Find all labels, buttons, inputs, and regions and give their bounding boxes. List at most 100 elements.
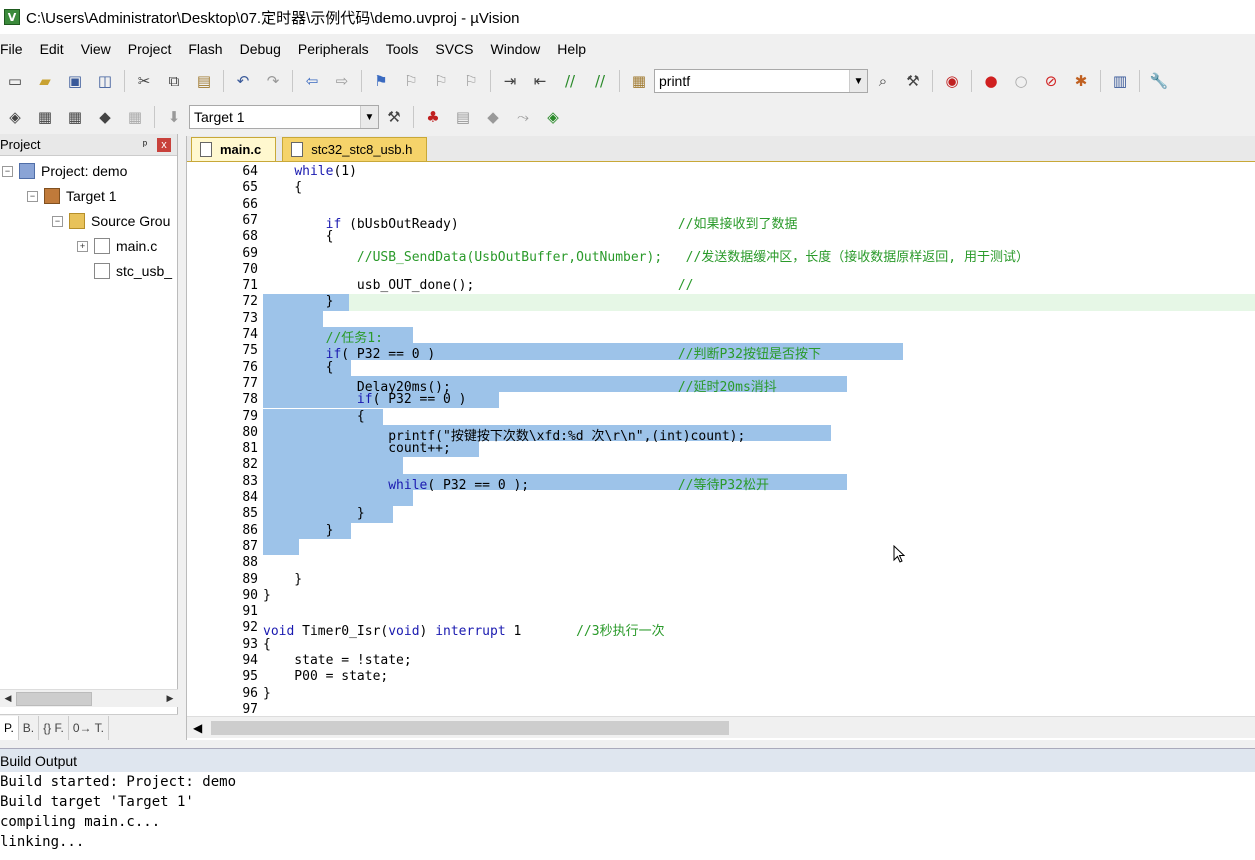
code-line[interactable]: 74 //任务1: bbox=[187, 327, 1255, 346]
code-line[interactable]: 67 if (bUsbOutReady) //如果接收到了数据 bbox=[187, 213, 1255, 232]
find-in-files-icon[interactable]: ▦ bbox=[628, 70, 650, 92]
code-line[interactable]: 66 bbox=[187, 197, 1255, 213]
menu-svcs[interactable]: SVCS bbox=[435, 41, 482, 57]
code-line[interactable]: 79 { bbox=[187, 409, 1255, 425]
code-line[interactable]: 97 bbox=[187, 702, 1255, 716]
scroll-thumb[interactable] bbox=[211, 720, 729, 735]
code-line[interactable]: 72 } bbox=[187, 294, 1255, 310]
code-line[interactable]: 75 if( P32 == 0 ) //判断P32按钮是否按下 bbox=[187, 343, 1255, 362]
save-all-icon[interactable]: ◫ bbox=[94, 70, 116, 92]
code-line[interactable]: 70 bbox=[187, 262, 1255, 278]
editor-tab[interactable]: stc32_stc8_usb.h bbox=[282, 137, 428, 161]
tree-expander-icon[interactable]: − bbox=[2, 165, 13, 177]
code-line[interactable]: 69 //USB_SendData(UsbOutBuffer,OutNumber… bbox=[187, 246, 1255, 265]
menu-edit[interactable]: Edit bbox=[40, 41, 73, 57]
code-view[interactable]: 64 while(1) 65 {66 67 if (bUsbOutReady) //… bbox=[187, 164, 1255, 716]
rebuild-icon[interactable]: ▦ bbox=[64, 106, 86, 128]
menu-view[interactable]: View bbox=[81, 41, 120, 57]
cut-icon[interactable]: ✂ bbox=[133, 70, 155, 92]
kill-breakpoints-icon[interactable]: ⊘ bbox=[1040, 70, 1062, 92]
select-packs-icon[interactable]: ▤ bbox=[452, 106, 474, 128]
code-line[interactable]: 71 usb_OUT_done(); // bbox=[187, 278, 1255, 294]
wrench-icon[interactable]: 🔧 bbox=[1148, 70, 1170, 92]
breakpoint-icon[interactable]: ● bbox=[980, 70, 1002, 92]
code-line[interactable]: 77 Delay20ms(); //延时20ms消抖 bbox=[187, 376, 1255, 395]
code-line[interactable]: 65 { bbox=[187, 180, 1255, 196]
code-line[interactable]: 81 count++; bbox=[187, 441, 1255, 457]
code-line[interactable]: 87 bbox=[187, 539, 1255, 555]
code-line[interactable]: 64 while(1) bbox=[187, 164, 1255, 180]
uncomment-icon[interactable]: // bbox=[589, 70, 611, 92]
menu-flash[interactable]: Flash bbox=[188, 41, 231, 57]
project-window-tab[interactable]: P. bbox=[0, 715, 19, 740]
window-layout-icon[interactable]: ▥ bbox=[1109, 70, 1131, 92]
project-window-tab[interactable]: B. bbox=[19, 715, 40, 740]
new-file-icon[interactable]: ▭ bbox=[4, 70, 26, 92]
manage-project-icon[interactable]: ♣ bbox=[422, 106, 444, 128]
copy-icon[interactable]: ⧉ bbox=[163, 70, 185, 92]
target-options-icon[interactable]: ⚒ bbox=[383, 106, 405, 128]
code-line[interactable]: 85 } bbox=[187, 506, 1255, 522]
close-icon[interactable]: x bbox=[157, 137, 171, 152]
target-combo[interactable]: Target 1 ▼ bbox=[189, 105, 379, 129]
bookmark-clear-icon[interactable]: ⚐ bbox=[460, 70, 482, 92]
code-line[interactable]: 83 while( P32 == 0 ); //等待P32松开 bbox=[187, 474, 1255, 493]
translate-icon[interactable]: ◈ bbox=[4, 106, 26, 128]
editor-hscrollbar[interactable]: ◀ bbox=[187, 716, 1255, 738]
project-hscrollbar[interactable]: ◀ ▶ bbox=[0, 689, 178, 707]
menu-project[interactable]: Project bbox=[128, 41, 181, 57]
code-line[interactable]: 95 P00 = state; bbox=[187, 669, 1255, 685]
build-output-pane[interactable]: Build started: Project: demo Build target… bbox=[0, 772, 1255, 860]
menu-tools[interactable]: Tools bbox=[386, 41, 428, 57]
code-line[interactable]: 76 { bbox=[187, 360, 1255, 376]
code-line[interactable]: 96} bbox=[187, 686, 1255, 702]
project-window-tab[interactable]: 0→ T. bbox=[69, 715, 109, 740]
code-line[interactable]: 92 void Timer0_Isr(void) interrupt 1 //3秒… bbox=[187, 620, 1255, 639]
scroll-thumb[interactable] bbox=[16, 691, 92, 706]
editor-tab[interactable]: main.c bbox=[191, 137, 277, 161]
tree-expander-icon[interactable]: + bbox=[77, 240, 88, 252]
save-icon[interactable]: ▣ bbox=[64, 70, 86, 92]
tree-expander-icon[interactable]: − bbox=[52, 215, 63, 227]
code-line[interactable]: 84 bbox=[187, 490, 1255, 506]
menu-file[interactable]: File bbox=[0, 41, 32, 57]
scroll-left-icon[interactable]: ◀ bbox=[0, 691, 16, 707]
select-software-icon[interactable]: ⤳ bbox=[512, 106, 534, 128]
menu-peripherals[interactable]: Peripherals bbox=[298, 41, 378, 57]
code-line[interactable]: 86 } bbox=[187, 523, 1255, 539]
bookmark-prev-icon[interactable]: ⚐ bbox=[400, 70, 422, 92]
open-file-icon[interactable]: ▰ bbox=[34, 70, 56, 92]
manage-rte-icon[interactable]: ◆ bbox=[482, 106, 504, 128]
bookmark-icon[interactable]: ⚑ bbox=[370, 70, 392, 92]
menu-debug[interactable]: Debug bbox=[240, 41, 290, 57]
redo-icon[interactable]: ↷ bbox=[262, 70, 284, 92]
comment-icon[interactable]: // bbox=[559, 70, 581, 92]
debug-session-icon[interactable]: ◉ bbox=[941, 70, 963, 92]
tree-node[interactable]: − Source Grou bbox=[52, 210, 170, 232]
paste-icon[interactable]: ▤ bbox=[193, 70, 215, 92]
menu-window[interactable]: Window bbox=[491, 41, 550, 57]
menu-help[interactable]: Help bbox=[557, 41, 595, 57]
configure-icon[interactable]: ✱ bbox=[1070, 70, 1092, 92]
tree-node[interactable]: stc_usb_ bbox=[77, 260, 172, 282]
tree-node[interactable]: − Target 1 bbox=[27, 185, 117, 207]
stop-build-icon[interactable]: ▦ bbox=[124, 106, 146, 128]
bookmark-next-icon[interactable]: ⚐ bbox=[430, 70, 452, 92]
code-line[interactable]: 82 bbox=[187, 457, 1255, 473]
scroll-right-icon[interactable]: ▶ bbox=[162, 691, 178, 707]
code-line[interactable]: 91 bbox=[187, 604, 1255, 620]
tree-expander-icon[interactable]: − bbox=[27, 190, 38, 202]
nav-forward-icon[interactable]: ⇨ bbox=[331, 70, 353, 92]
find-combo[interactable]: printf ▼ bbox=[654, 69, 868, 93]
indent-icon[interactable]: ⇥ bbox=[499, 70, 521, 92]
unindent-icon[interactable]: ⇤ bbox=[529, 70, 551, 92]
code-line[interactable]: 88 bbox=[187, 555, 1255, 571]
code-line[interactable]: 80 printf("按键按下次数\xfd:%d 次\r\n",(int)cou… bbox=[187, 425, 1255, 444]
code-line[interactable]: 78 if( P32 == 0 ) bbox=[187, 392, 1255, 408]
tree-node[interactable]: − Project: demo bbox=[2, 160, 127, 182]
code-line[interactable]: 89 } bbox=[187, 572, 1255, 588]
build-icon[interactable]: ▦ bbox=[34, 106, 56, 128]
undo-icon[interactable]: ↶ bbox=[232, 70, 254, 92]
pin-icon[interactable]: ᵖ bbox=[143, 139, 147, 151]
chevron-down-icon[interactable]: ▼ bbox=[849, 70, 867, 92]
